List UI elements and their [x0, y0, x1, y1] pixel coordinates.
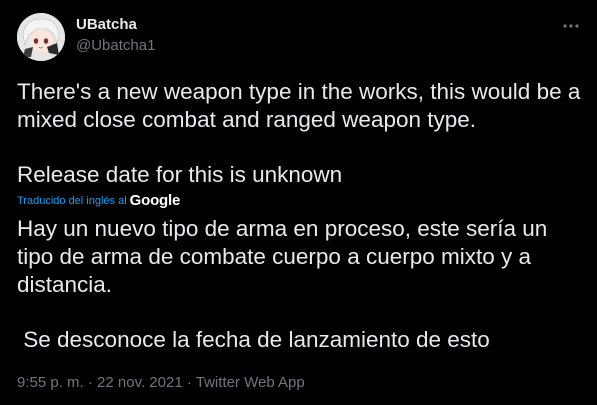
translation-attribution[interactable]: Traducido del inglés al Google [17, 192, 180, 209]
tweet-text: There's a new weapon type in the works, … [17, 78, 583, 189]
translation-label: Traducido del inglés al [17, 194, 127, 207]
author-handle[interactable]: @Ubatcha1 [76, 36, 155, 56]
translated-text: Hay un nuevo tipo de arma en proceso, es… [17, 215, 583, 354]
tweet-time-link[interactable]: 9:55 p. m. [17, 374, 84, 391]
more-dots-icon [563, 24, 579, 28]
tweet-text-paragraph-1: There's a new weapon type in the works, … [17, 79, 581, 132]
author-info: UBatcha @Ubatcha1 [76, 16, 155, 56]
author-display-name[interactable]: UBatcha [76, 16, 155, 34]
meta-separator: · [83, 374, 98, 391]
translated-paragraph-1: Hay un nuevo tipo de arma en proceso, es… [17, 216, 548, 297]
tweet-date-link[interactable]: 22 nov. 2021 [97, 374, 183, 391]
avatar-image [17, 13, 65, 61]
tweet-text-paragraph-2: Release date for this is unknown [17, 162, 343, 187]
avatar[interactable] [17, 13, 65, 61]
tweet-metadata: 9:55 p. m. · 22 nov. 2021 · Twitter Web … [17, 374, 305, 392]
translated-paragraph-2: Se desconoce la fecha de lanzamiento de … [17, 327, 490, 352]
meta-separator: · [182, 374, 196, 391]
tweet-card: UBatcha @Ubatcha1 There's a new weapon t… [0, 0, 597, 405]
tweet-source-link[interactable]: Twitter Web App [196, 374, 305, 391]
more-options-button[interactable] [557, 12, 585, 40]
google-logo: Google [129, 192, 181, 209]
